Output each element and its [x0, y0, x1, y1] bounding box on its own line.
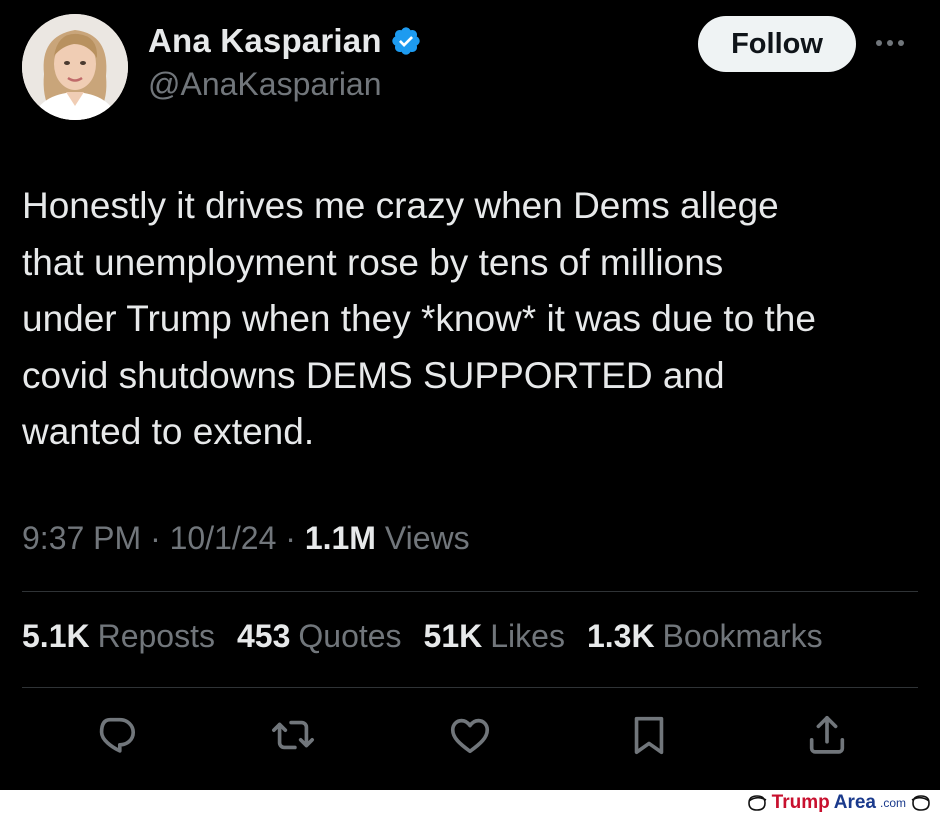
divider: [22, 591, 918, 592]
tweet-line: covid shutdowns DEMS SUPPORTED and: [22, 354, 725, 396]
tweet-text: Honestly it drives me crazy when Dems al…: [22, 178, 922, 461]
wig-icon: [911, 794, 930, 811]
stat-count: 51K: [423, 618, 483, 654]
follow-button[interactable]: Follow: [698, 16, 856, 72]
engagement-stats: 5.1K Reposts 453 Quotes 51K Likes 1.3K Bookm…: [22, 618, 823, 655]
repost-icon[interactable]: [268, 710, 318, 760]
more-options-icon[interactable]: [876, 36, 916, 50]
stat-count: 5.1K: [22, 618, 90, 654]
stat-likes[interactable]: 51K Likes: [424, 618, 565, 655]
like-icon[interactable]: [445, 710, 495, 760]
stat-reposts[interactable]: 5.1K Reposts: [22, 618, 215, 655]
author-name-row[interactable]: Ana Kasparian: [148, 22, 422, 60]
tweet-date[interactable]: 10/1/24: [170, 520, 277, 556]
stat-label: Bookmarks: [662, 618, 823, 654]
stat-label: Quotes: [298, 618, 402, 654]
tweet-line: wanted to extend.: [22, 411, 315, 452]
action-bar: [0, 710, 940, 770]
tweet-meta: 9:37 PM · 10/1/24 · 1.1M Views: [22, 520, 470, 557]
views-count[interactable]: 1.1M: [305, 520, 376, 556]
watermark-bar: Trump Area .com: [0, 790, 940, 815]
stat-bookmarks[interactable]: 1.3K Bookmarks: [587, 618, 823, 655]
watermark-part: .com: [879, 795, 906, 810]
meta-separator: ·: [276, 520, 305, 556]
watermark-logo: Trump Area .com: [746, 790, 932, 815]
share-icon[interactable]: [802, 710, 852, 760]
tweet-line: under Trump when they *know* it was due …: [22, 298, 816, 339]
divider: [22, 687, 918, 688]
meta-separator: ·: [141, 520, 170, 556]
stat-count: 1.3K: [586, 618, 655, 654]
reply-icon[interactable]: [90, 710, 140, 760]
stat-label: Likes: [490, 618, 565, 654]
avatar[interactable]: [22, 14, 128, 120]
views-label: Views: [375, 520, 470, 556]
watermark-part: Trump: [771, 791, 830, 813]
bookmark-icon[interactable]: [624, 710, 674, 760]
tweet-line: that unemployment rose by tens of millio…: [22, 241, 724, 283]
stat-count: 453: [236, 618, 291, 654]
watermark-part: Area: [833, 791, 876, 813]
verified-badge-icon: [392, 27, 420, 55]
wig-icon: [747, 794, 767, 811]
author-handle[interactable]: @AnaKasparian: [148, 66, 382, 103]
stat-quotes[interactable]: 453 Quotes: [237, 618, 402, 655]
tweet-line: Honestly it drives me crazy when Dems al…: [22, 185, 779, 226]
stat-label: Reposts: [97, 618, 215, 654]
tweet-time[interactable]: 9:37 PM: [22, 520, 141, 556]
author-name[interactable]: Ana Kasparian: [148, 22, 382, 60]
